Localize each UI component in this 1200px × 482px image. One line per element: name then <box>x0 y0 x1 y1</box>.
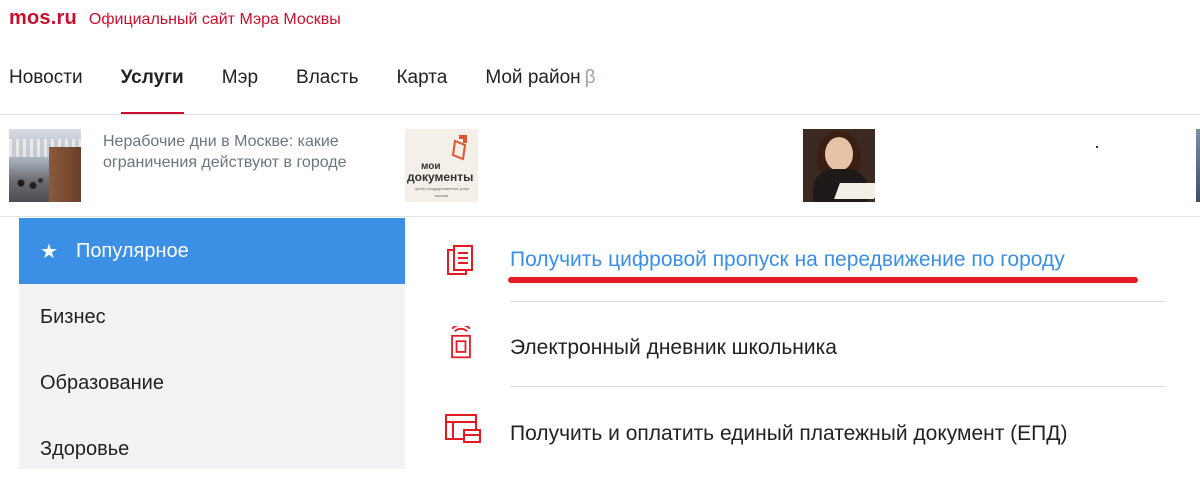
my-documents-logo-line3: центр государственных услуг <box>415 186 470 191</box>
beta-badge: β <box>584 67 596 88</box>
service-epd-payment[interactable]: Получить и оплатить единый платежный док… <box>406 390 1166 470</box>
service-school-diary[interactable]: Электронный дневник школьника <box>406 304 1166 387</box>
news-thumbnail-street[interactable] <box>9 129 81 202</box>
star-icon: ★ <box>40 240 58 263</box>
category-business[interactable]: Бизнес <box>19 284 405 350</box>
nav-item-authority[interactable]: Власть <box>296 64 358 112</box>
news-strip: Нерабочие дни в Москве: какие ограничени… <box>0 129 1200 204</box>
category-health[interactable]: Здоровье <box>19 416 405 482</box>
category-sidebar: ★ Популярное Бизнес Образование Здоровье <box>19 218 405 469</box>
my-documents-logo-line4: москва <box>435 193 449 198</box>
main-nav: Новости Услуги Мэр Власть Карта Мой райо… <box>9 64 634 114</box>
nav-item-my-district[interactable]: Мой район β <box>485 64 595 112</box>
highlight-underline <box>508 277 1138 283</box>
news-thumbnail-my-documents[interactable]: мои документы центр государственных услу… <box>405 129 478 202</box>
news-thumbnail-student[interactable] <box>803 129 875 202</box>
school-diary-icon <box>451 326 471 359</box>
category-popular[interactable]: ★ Популярное <box>19 218 405 284</box>
services-list: Получить цифровой пропуск на передвижени… <box>406 218 1200 469</box>
service-label[interactable]: Электронный дневник школьника <box>510 336 837 360</box>
strip-divider <box>0 216 1200 217</box>
nav-item-news[interactable]: Новости <box>9 64 83 112</box>
category-label: Бизнес <box>40 305 106 328</box>
site-logo[interactable]: mos.ru <box>9 7 77 30</box>
news-caption[interactable]: Нерабочие дни в Москве: какие ограничени… <box>103 131 393 173</box>
service-divider <box>510 301 1166 302</box>
category-label: Образование <box>40 371 164 394</box>
news-thumbnail-partial[interactable] <box>1196 129 1200 202</box>
category-label: Популярное <box>75 239 189 262</box>
service-label[interactable]: Получить и оплатить единый платежный док… <box>510 422 1067 446</box>
nav-divider <box>0 114 1200 115</box>
nav-item-map[interactable]: Карта <box>396 64 447 112</box>
service-label[interactable]: Получить цифровой пропуск на передвижени… <box>510 248 1065 272</box>
stray-dot <box>1096 146 1098 148</box>
nav-item-mayor[interactable]: Мэр <box>222 64 258 112</box>
service-divider <box>510 386 1166 387</box>
category-label: Здоровье <box>40 437 130 460</box>
category-education[interactable]: Образование <box>19 350 405 416</box>
documents-icon <box>447 245 473 275</box>
site-header: mos.ru Официальный сайт Мэра Москвы <box>9 7 341 31</box>
nav-item-services[interactable]: Услуги <box>120 64 184 114</box>
site-tagline[interactable]: Официальный сайт Мэра Москвы <box>89 11 341 29</box>
my-documents-logo-line2: документы <box>407 170 473 184</box>
service-digital-pass[interactable]: Получить цифровой пропуск на передвижени… <box>406 218 1166 302</box>
payment-document-icon <box>445 414 481 443</box>
